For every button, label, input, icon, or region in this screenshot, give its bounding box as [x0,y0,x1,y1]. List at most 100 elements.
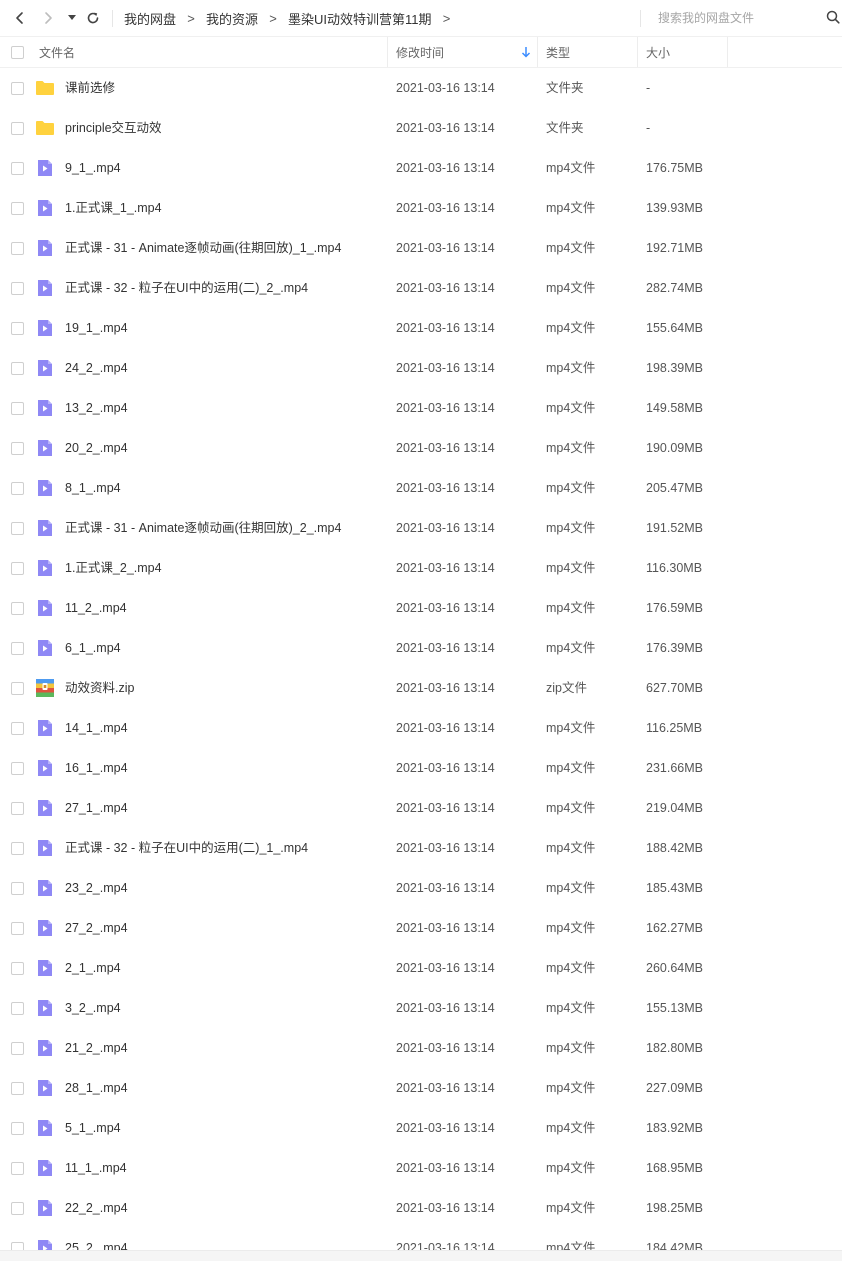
row-checkbox[interactable] [11,282,24,295]
table-row[interactable]: 11_1_.mp4 2021-03-16 13:14 mp4文件 168.95MB [0,1148,842,1188]
table-row[interactable]: 23_2_.mp4 2021-03-16 13:14 mp4文件 185.43MB [0,868,842,908]
table-row[interactable]: 1.正式课_1_.mp4 2021-03-16 13:14 mp4文件 139.93M… [0,188,842,228]
row-checkbox[interactable] [11,202,24,215]
table-row[interactable]: 正式课 - 32 - 粒子在UI中的运用(二)_1_.mp4 2021-03-16… [0,828,842,868]
row-checkbox[interactable] [11,442,24,455]
table-row[interactable]: 2_1_.mp4 2021-03-16 13:14 mp4文件 260.64MB [0,948,842,988]
row-checkbox[interactable] [11,1162,24,1175]
file-name[interactable]: 27_1_.mp4 [65,788,128,828]
file-name[interactable]: 19_1_.mp4 [65,308,128,348]
table-row[interactable]: 1.正式课_2_.mp4 2021-03-16 13:14 mp4文件 116.30M… [0,548,842,588]
file-name[interactable]: 13_2_.mp4 [65,388,128,428]
row-checkbox[interactable] [11,682,24,695]
column-header-size[interactable]: 大小 [646,37,670,67]
select-all-checkbox[interactable] [11,46,24,59]
file-name[interactable]: 11_1_.mp4 [65,1148,127,1188]
table-row[interactable]: 正式课 - 32 - 粒子在UI中的运用(二)_2_.mp4 2021-03-16… [0,268,842,308]
table-row[interactable]: 16_1_.mp4 2021-03-16 13:14 mp4文件 231.66MB [0,748,842,788]
table-row[interactable]: 正式课 - 31 - Animate逐帧动画(往期回放)_2_.mp4 2021-… [0,508,842,548]
row-checkbox[interactable] [11,602,24,615]
row-checkbox[interactable] [11,962,24,975]
table-row[interactable]: 11_2_.mp4 2021-03-16 13:14 mp4文件 176.59MB [0,588,842,628]
file-name[interactable]: 5_1_.mp4 [65,1108,121,1148]
column-header-name[interactable]: 文件名 [39,37,75,67]
row-checkbox[interactable] [11,402,24,415]
table-row[interactable]: 27_2_.mp4 2021-03-16 13:14 mp4文件 162.27MB [0,908,842,948]
file-name[interactable]: 28_1_.mp4 [65,1068,128,1108]
file-name[interactable]: 课前选修 [65,68,115,108]
file-name[interactable]: 正式课 - 32 - 粒子在UI中的运用(二)_1_.mp4 [65,828,308,868]
row-checkbox[interactable] [11,322,24,335]
row-checkbox[interactable] [11,362,24,375]
row-checkbox[interactable] [11,722,24,735]
row-checkbox[interactable] [11,162,24,175]
file-name[interactable]: 6_1_.mp4 [65,628,121,668]
file-name[interactable]: 25_2_.mp4 [65,1228,128,1250]
column-header-modified[interactable]: 修改时间 [396,37,444,67]
file-name[interactable]: 11_2_.mp4 [65,588,127,628]
column-divider[interactable] [727,37,728,67]
file-name[interactable]: 21_2_.mp4 [65,1028,128,1068]
table-row[interactable]: 22_2_.mp4 2021-03-16 13:14 mp4文件 198.25MB [0,1188,842,1228]
table-row[interactable]: 课前选修 2021-03-16 13:14 文件夹 - [0,68,842,108]
table-row[interactable]: 8_1_.mp4 2021-03-16 13:14 mp4文件 205.47MB [0,468,842,508]
table-row[interactable]: 25_2_.mp4 2021-03-16 13:14 mp4文件 184.42MB [0,1228,842,1250]
file-name[interactable]: 2_1_.mp4 [65,948,121,988]
file-name[interactable]: 9_1_.mp4 [65,148,121,188]
table-row[interactable]: principle交互动效 2021-03-16 13:14 文件夹 - [0,108,842,148]
row-checkbox[interactable] [11,762,24,775]
file-name[interactable]: 3_2_.mp4 [65,988,121,1028]
table-row[interactable]: 27_1_.mp4 2021-03-16 13:14 mp4文件 219.04MB [0,788,842,828]
row-checkbox[interactable] [11,642,24,655]
table-row[interactable]: 正式课 - 31 - Animate逐帧动画(往期回放)_1_.mp4 2021-… [0,228,842,268]
table-row[interactable]: 21_2_.mp4 2021-03-16 13:14 mp4文件 182.80MB [0,1028,842,1068]
row-checkbox[interactable] [11,842,24,855]
back-button[interactable] [8,6,32,30]
forward-button[interactable] [36,6,60,30]
file-name[interactable]: 正式课 - 31 - Animate逐帧动画(往期回放)_1_.mp4 [65,228,341,268]
table-row[interactable]: 24_2_.mp4 2021-03-16 13:14 mp4文件 198.39MB [0,348,842,388]
table-row[interactable]: 6_1_.mp4 2021-03-16 13:14 mp4文件 176.39MB [0,628,842,668]
table-row[interactable]: 20_2_.mp4 2021-03-16 13:14 mp4文件 190.09MB [0,428,842,468]
file-name[interactable]: 8_1_.mp4 [65,468,121,508]
row-checkbox[interactable] [11,522,24,535]
file-name[interactable]: 16_1_.mp4 [65,748,128,788]
file-name[interactable]: principle交互动效 [65,108,162,148]
table-row[interactable]: 19_1_.mp4 2021-03-16 13:14 mp4文件 155.64MB [0,308,842,348]
breadcrumb-item-my-drive[interactable]: 我的网盘 [124,9,176,28]
row-checkbox[interactable] [11,802,24,815]
file-name[interactable]: 14_1_.mp4 [65,708,128,748]
file-name[interactable]: 1.正式课_2_.mp4 [65,548,162,588]
file-name[interactable]: 正式课 - 31 - Animate逐帧动画(往期回放)_2_.mp4 [65,508,341,548]
row-checkbox[interactable] [11,242,24,255]
file-name[interactable]: 正式课 - 32 - 粒子在UI中的运用(二)_2_.mp4 [65,268,308,308]
row-checkbox[interactable] [11,82,24,95]
row-checkbox[interactable] [11,1242,24,1250]
row-checkbox[interactable] [11,562,24,575]
column-divider[interactable] [537,37,538,67]
file-name[interactable]: 20_2_.mp4 [65,428,128,468]
table-row[interactable]: 13_2_.mp4 2021-03-16 13:14 mp4文件 149.58MB [0,388,842,428]
file-name[interactable]: 动效资料.zip [65,668,134,708]
row-checkbox[interactable] [11,1002,24,1015]
breadcrumb-item-my-resources[interactable]: 我的资源 [206,9,258,28]
row-checkbox[interactable] [11,122,24,135]
file-name[interactable]: 23_2_.mp4 [65,868,128,908]
refresh-button[interactable] [81,6,105,30]
search-button[interactable] [826,10,842,26]
row-checkbox[interactable] [11,1042,24,1055]
row-checkbox[interactable] [11,882,24,895]
file-name[interactable]: 27_2_.mp4 [65,908,128,948]
column-header-type[interactable]: 类型 [546,37,570,67]
table-row[interactable]: 3_2_.mp4 2021-03-16 13:14 mp4文件 155.13MB [0,988,842,1028]
row-checkbox[interactable] [11,1202,24,1215]
file-name[interactable]: 22_2_.mp4 [65,1188,128,1228]
row-checkbox[interactable] [11,1122,24,1135]
search-input[interactable] [650,6,810,30]
file-name[interactable]: 24_2_.mp4 [65,348,128,388]
column-divider[interactable] [637,37,638,67]
table-row[interactable]: 动效资料.zip 2021-03-16 13:14 zip文件 627.70MB [0,668,842,708]
row-checkbox[interactable] [11,922,24,935]
table-row[interactable]: 28_1_.mp4 2021-03-16 13:14 mp4文件 227.09MB [0,1068,842,1108]
row-checkbox[interactable] [11,482,24,495]
